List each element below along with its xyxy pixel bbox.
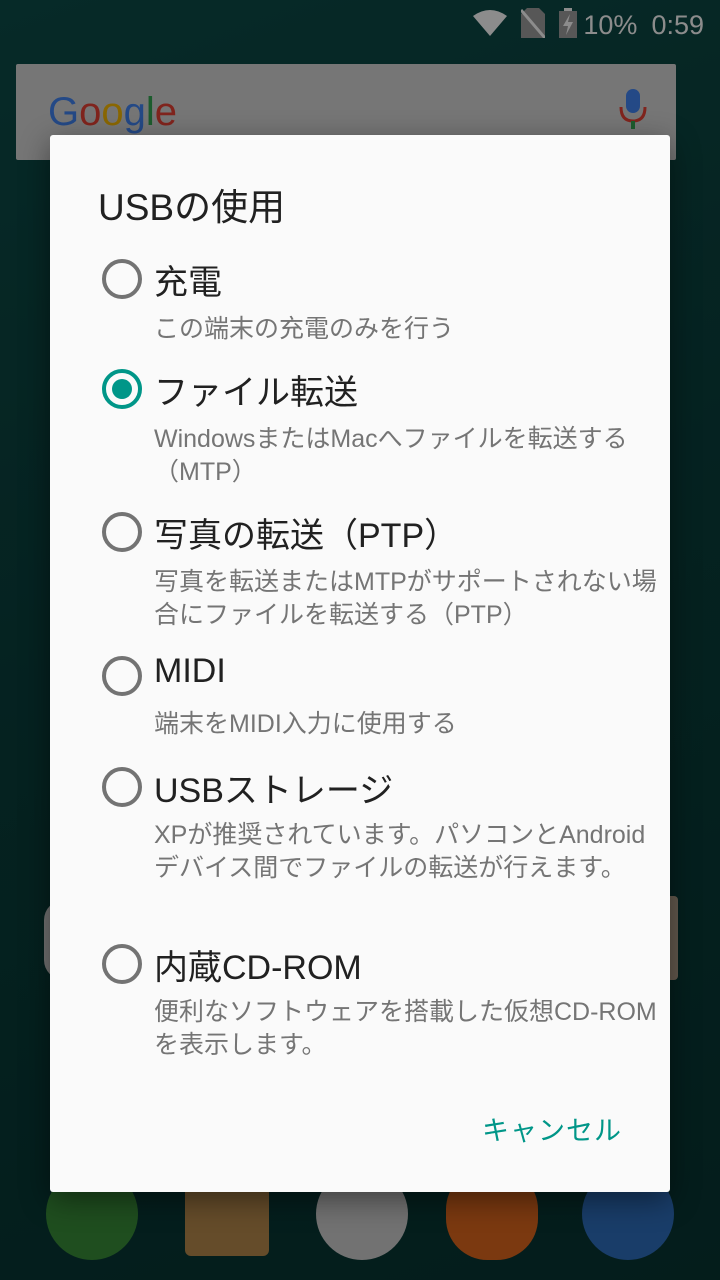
option-description: 端末をMIDI入力に使用する — [154, 710, 457, 738]
radio-file-transfer[interactable] — [102, 369, 142, 409]
radio-midi[interactable] — [102, 656, 142, 696]
option-description: 写真を転送またはMTPがサポートされない場合にファイルを転送する（PTP） — [154, 568, 657, 629]
option-label: MIDI — [154, 652, 226, 690]
cancel-button[interactable]: キャンセル — [482, 1103, 622, 1154]
dialog-title: USBの使用 — [98, 187, 286, 228]
option-label: 充電 — [154, 264, 222, 302]
option-description: WindowsまたはMacへファイルを転送する（MTP） — [154, 425, 628, 486]
option-label: 写真の転送（PTP） — [154, 517, 459, 555]
radio-charging[interactable] — [102, 259, 142, 299]
option-description: この端末の充電のみを行う — [154, 315, 455, 343]
option-label: 内蔵CD-ROM — [154, 949, 362, 987]
radio-usb-storage[interactable] — [102, 767, 142, 807]
option-description: XPが推奨されています。パソコンとAndroidデバイス間でファイルの転送が行え… — [154, 821, 646, 882]
option-label: ファイル転送 — [154, 374, 358, 412]
usb-mode-dialog: USBの使用 充電 この端末の充電のみを行う ファイル転送 Windowsまたは… — [50, 135, 670, 1192]
radio-cd-rom[interactable] — [102, 944, 142, 984]
option-label: USBストレージ — [154, 772, 394, 810]
radio-photo-transfer[interactable] — [102, 512, 142, 552]
option-description: 便利なソフトウェアを搭載した仮想CD-ROMを表示します。 — [154, 998, 657, 1059]
